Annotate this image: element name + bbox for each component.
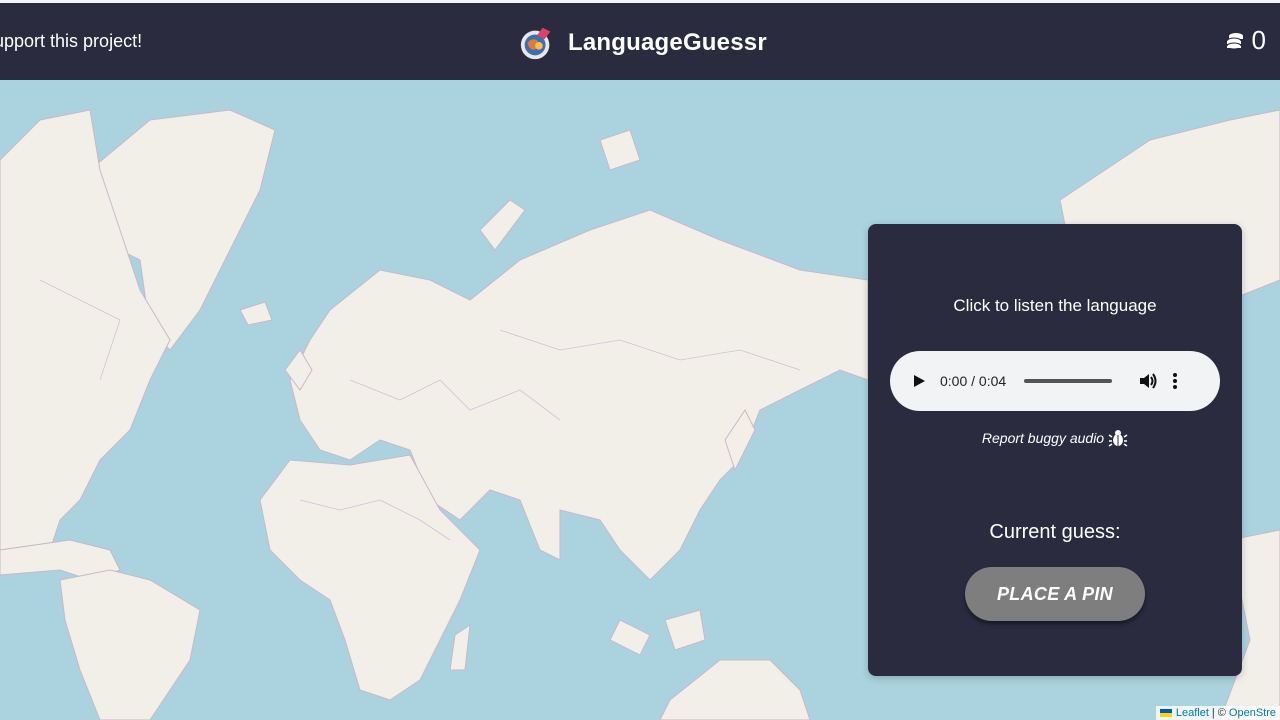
audio-time: 0:00 / 0:04: [940, 373, 1007, 389]
report-audio-link[interactable]: Report buggy audio: [868, 428, 1242, 448]
leaflet-link[interactable]: Leaflet: [1176, 707, 1209, 719]
place-pin-button[interactable]: PLACE A PIN: [965, 567, 1145, 621]
report-text[interactable]: Report buggy audio: [982, 430, 1104, 446]
audio-player[interactable]: 0:00 / 0:04: [890, 351, 1220, 411]
audio-progress-bar[interactable]: [1024, 379, 1113, 383]
place-pin-label: PLACE A PIN: [997, 583, 1113, 604]
coins-icon: [1226, 32, 1243, 49]
more-vert-icon[interactable]: [1172, 372, 1178, 390]
globe-logo-icon: [520, 27, 551, 60]
map-attribution: Leaflet | © OpenStre: [1155, 706, 1280, 720]
coin-counter: 0: [1224, 25, 1266, 56]
top-bar: upport this project! LanguageGuessr 0: [0, 0, 1280, 80]
bug-icon[interactable]: [1108, 428, 1128, 448]
app-title: LanguageGuessr: [568, 29, 767, 56]
play-icon[interactable]: [912, 374, 926, 388]
support-link[interactable]: upport this project!: [0, 31, 142, 52]
attribution-separator: | ©: [1211, 707, 1226, 719]
osm-link[interactable]: OpenStre: [1229, 707, 1276, 719]
guess-panel: Click to listen the language 0:00 / 0:04…: [868, 224, 1242, 676]
brand[interactable]: LanguageGuessr: [518, 21, 767, 65]
ukraine-flag-icon: [1159, 709, 1172, 717]
listen-instruction: Click to listen the language: [953, 296, 1157, 315]
current-guess-label: Current guess:: [989, 521, 1121, 543]
volume-icon[interactable]: [1138, 371, 1158, 391]
coin-count: 0: [1251, 25, 1266, 55]
